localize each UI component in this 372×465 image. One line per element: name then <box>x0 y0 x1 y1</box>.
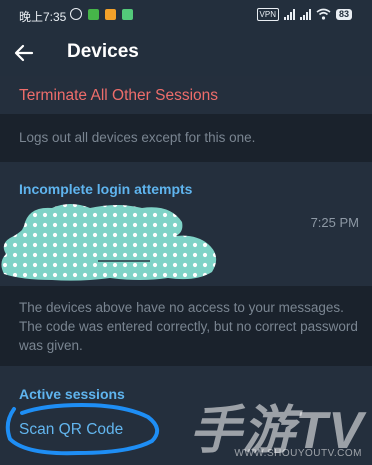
incomplete-login-note: The devices above have no access to your… <box>19 300 358 353</box>
app-notification-icon <box>122 9 133 20</box>
alarm-icon <box>70 8 82 20</box>
toolbar: Devices <box>0 30 372 76</box>
status-time: 晚上7:35 <box>19 10 67 24</box>
page-title: Devices <box>67 41 139 62</box>
signal-icon <box>283 8 295 20</box>
wechat-notification-icon <box>88 9 99 20</box>
status-indicators: VPN 83 <box>256 7 352 21</box>
terminate-hint-text: Logs out all devices except for this one… <box>19 130 256 145</box>
notes-notification-icon <box>105 9 116 20</box>
incomplete-login-header: Incomplete login attempts <box>19 181 193 197</box>
terminate-sessions-button[interactable]: Terminate All Other Sessions <box>19 87 218 105</box>
wifi-icon <box>316 8 331 20</box>
status-bar: 晚上7:35 VPN 83 <box>0 0 372 30</box>
redaction-scribble <box>1 204 217 281</box>
highlight-circle <box>5 402 160 456</box>
attempt-time: 7:25 PM <box>310 215 359 230</box>
watermark-url: WWW.SHOUYOUTV.COM <box>234 448 362 459</box>
back-arrow-icon[interactable] <box>12 41 36 65</box>
signal-2-icon <box>299 8 311 20</box>
battery-icon: 83 <box>335 8 352 20</box>
vpn-icon: VPN <box>256 7 279 21</box>
